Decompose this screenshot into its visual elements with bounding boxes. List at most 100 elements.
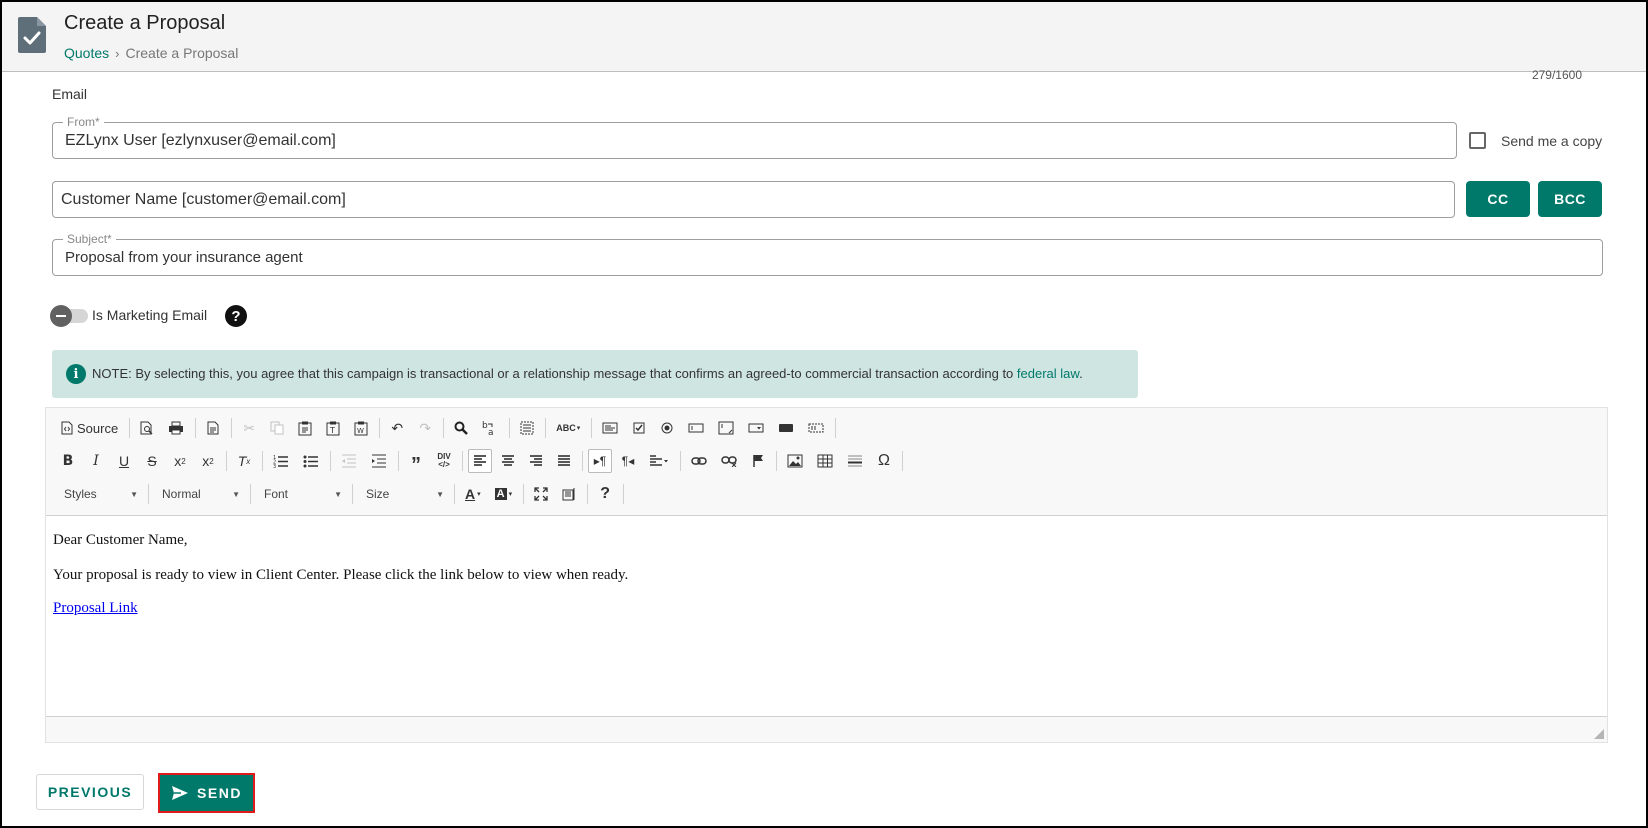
- language-icon[interactable]: [644, 449, 674, 473]
- table-icon[interactable]: [812, 449, 838, 473]
- recipient-field-value: Customer Name [customer@email.com]: [61, 191, 346, 208]
- print-icon[interactable]: [163, 416, 189, 440]
- italic-icon[interactable]: I: [84, 449, 108, 473]
- paste-icon[interactable]: [293, 416, 317, 440]
- anchor-flag-icon[interactable]: [746, 449, 770, 473]
- link-icon[interactable]: [686, 449, 712, 473]
- paste-text-icon[interactable]: T: [321, 416, 345, 440]
- notice-body: NOTE: By selecting this, you agree that …: [92, 366, 1017, 381]
- image-icon[interactable]: [782, 449, 808, 473]
- from-field-value: EZLynx User [ezlynxuser@email.com]: [65, 132, 336, 149]
- align-center-icon[interactable]: [496, 449, 520, 473]
- paste-word-icon[interactable]: W: [349, 416, 373, 440]
- format-dropdown[interactable]: Normal ▼: [154, 482, 244, 506]
- source-label: Source: [77, 420, 119, 436]
- horizontal-rule-icon[interactable]: [842, 449, 868, 473]
- svg-text:3: 3: [273, 464, 276, 468]
- editor-help-icon[interactable]: ?: [593, 482, 617, 506]
- templates-icon[interactable]: [201, 416, 225, 440]
- app-frame: Create a Proposal Quotes › Create a Prop…: [0, 0, 1648, 828]
- svg-text:W: W: [357, 427, 364, 435]
- breadcrumb-current: Create a Proposal: [125, 45, 239, 61]
- resize-handle-icon[interactable]: [1594, 729, 1604, 739]
- hidden-field-icon[interactable]: [803, 416, 829, 440]
- button-field-icon[interactable]: [773, 416, 799, 440]
- source-button[interactable]: Source: [56, 416, 123, 440]
- page-title: Create a Proposal: [64, 12, 226, 34]
- email-section-label: Email: [52, 86, 88, 102]
- ltr-direction-icon[interactable]: ▸¶: [588, 449, 612, 473]
- underline-icon[interactable]: U: [112, 449, 136, 473]
- page-header: Create a Proposal Quotes › Create a Prop…: [2, 2, 1646, 72]
- proposal-link[interactable]: Proposal Link: [53, 600, 138, 617]
- unlink-icon[interactable]: [716, 449, 742, 473]
- form-icon[interactable]: [597, 416, 623, 440]
- undo-icon[interactable]: ↶: [385, 416, 409, 440]
- copy-icon[interactable]: [265, 416, 289, 440]
- subject-field-value: Proposal from your insurance agent: [65, 249, 303, 266]
- svg-text:T: T: [329, 426, 335, 435]
- help-icon[interactable]: ?: [225, 305, 247, 327]
- send-copy-checkbox[interactable]: [1469, 132, 1486, 149]
- cut-icon[interactable]: ✂: [237, 416, 261, 440]
- editor-content-area[interactable]: Dear Customer Name, Your proposal is rea…: [46, 517, 1607, 717]
- replace-icon[interactable]: ba: [477, 416, 503, 440]
- remove-format-icon[interactable]: Tx: [232, 449, 256, 473]
- source-icon: [61, 421, 73, 435]
- select-all-icon[interactable]: [515, 416, 539, 440]
- align-left-icon[interactable]: [468, 449, 492, 473]
- increase-indent-icon[interactable]: [366, 449, 392, 473]
- recipient-field[interactable]: Customer Name [customer@email.com]: [52, 181, 1455, 218]
- federal-law-link[interactable]: federal law: [1017, 366, 1079, 381]
- spellcheck-icon[interactable]: ABC ▾: [551, 416, 585, 440]
- select-field-icon[interactable]: [743, 416, 769, 440]
- blockquote-icon[interactable]: ”: [404, 449, 428, 475]
- background-color-icon[interactable]: A ▾: [490, 482, 517, 506]
- email-body-text: Your proposal is ready to view in Client…: [53, 567, 629, 583]
- numbered-list-icon[interactable]: 123: [268, 449, 294, 473]
- maximize-icon[interactable]: [529, 482, 553, 506]
- subject-field[interactable]: Subject* Proposal from your insurance ag…: [52, 232, 1603, 276]
- div-container-icon[interactable]: DIV </>: [432, 449, 456, 473]
- strikethrough-icon[interactable]: S: [140, 449, 164, 473]
- find-icon[interactable]: [449, 416, 473, 440]
- editor-footer: [46, 716, 1607, 742]
- radio-icon[interactable]: [655, 416, 679, 440]
- bulleted-list-icon[interactable]: [298, 449, 324, 473]
- notice-text: NOTE: By selecting this, you agree that …: [92, 366, 1083, 381]
- styles-dropdown[interactable]: Styles ▼: [56, 482, 142, 506]
- text-color-icon[interactable]: A ▾: [460, 482, 486, 506]
- from-field[interactable]: From* EZLynx User [ezlynxuser@email.com]: [52, 115, 1457, 159]
- styles-label: Styles: [64, 487, 97, 501]
- bold-icon[interactable]: B: [56, 449, 80, 473]
- info-icon: i: [66, 364, 86, 384]
- rtl-direction-icon[interactable]: ¶◂: [616, 449, 640, 473]
- breadcrumb-quotes-link[interactable]: Quotes: [64, 45, 109, 61]
- special-character-icon[interactable]: Ω: [872, 449, 896, 473]
- previous-button[interactable]: PREVIOUS: [36, 774, 144, 810]
- subscript-icon[interactable]: x2: [168, 449, 192, 473]
- notice-end: .: [1079, 366, 1083, 381]
- send-label: SEND: [197, 785, 242, 801]
- preview-icon[interactable]: [135, 416, 159, 440]
- show-blocks-icon[interactable]: [557, 482, 581, 506]
- from-field-label: From*: [63, 115, 104, 129]
- align-right-icon[interactable]: [524, 449, 548, 473]
- text-field-icon[interactable]: [683, 416, 709, 440]
- decrease-indent-icon[interactable]: [336, 449, 362, 473]
- redo-icon[interactable]: ↷: [413, 416, 437, 440]
- breadcrumb: Quotes › Create a Proposal: [64, 45, 238, 61]
- subject-field-label: Subject*: [63, 232, 116, 246]
- size-dropdown[interactable]: Size ▼: [358, 482, 448, 506]
- font-dropdown[interactable]: Font ▼: [256, 482, 346, 506]
- send-icon: [172, 786, 189, 800]
- superscript-icon[interactable]: x2: [196, 449, 220, 473]
- marketing-toggle-knob[interactable]: [50, 305, 72, 327]
- bcc-button[interactable]: BCC: [1538, 181, 1602, 217]
- justify-icon[interactable]: [552, 449, 576, 473]
- send-button[interactable]: SEND: [160, 775, 253, 811]
- textarea-icon[interactable]: [713, 416, 739, 440]
- cc-button[interactable]: CC: [1466, 181, 1530, 217]
- checkbox-icon[interactable]: [627, 416, 651, 440]
- size-label: Size: [366, 487, 390, 501]
